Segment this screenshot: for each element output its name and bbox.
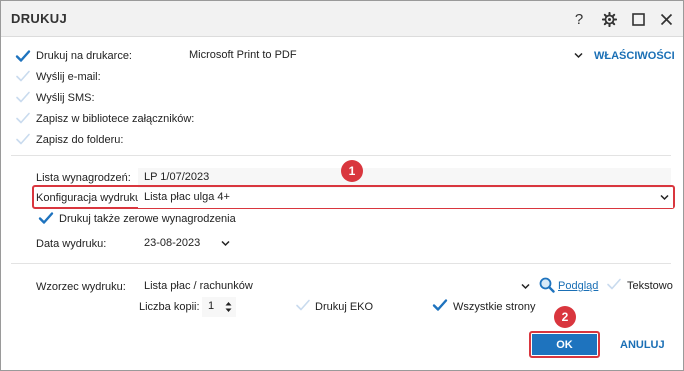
eko-checkbox[interactable] [295, 297, 311, 313]
print-date-label: Data wydruku: [36, 238, 107, 250]
gear-icon [601, 11, 617, 27]
callout-badge-1: 1 [341, 160, 363, 182]
template-value: Lista płac / rachunków [144, 280, 253, 292]
copies-value: 1 [208, 300, 215, 312]
zero-salaries-checkbox[interactable] [38, 210, 54, 226]
config-select[interactable]: Lista płac ulga 4+ [138, 188, 673, 208]
template-label: Wzorzec wydruku: [36, 281, 126, 293]
chevron-down-icon [574, 52, 583, 59]
text-mode-checkbox[interactable] [606, 276, 622, 292]
all-pages-checkbox[interactable] [432, 297, 448, 313]
printer-select[interactable]: Microsoft Print to PDF [183, 46, 587, 66]
copies-label: Liczba kopii: [139, 301, 200, 313]
print-date-picker[interactable]: 23-08-2023 [138, 234, 234, 254]
zero-salaries-label: Drukuj także zerowe wynagrodzenia [59, 213, 236, 225]
maximize-button[interactable] [626, 7, 650, 31]
print-dialog: DRUKUJ ? Drukuj na drukarce: Microsoft P… [0, 0, 684, 371]
ok-button[interactable]: OK [532, 334, 597, 355]
save-folder-label: Zapisz do folderu: [36, 134, 124, 146]
eko-label: Drukuj EKO [315, 301, 374, 313]
payroll-label: Lista wynagrodzeń: [36, 172, 131, 184]
save-library-checkbox[interactable] [15, 110, 31, 126]
divider [11, 155, 671, 156]
help-icon: ? [574, 10, 584, 28]
config-label: Konfiguracja wydruku: [36, 192, 145, 204]
print-to-printer-checkbox[interactable] [15, 48, 31, 64]
close-icon [660, 13, 672, 25]
printer-properties-link[interactable]: WŁAŚCIWOŚCI [594, 50, 675, 62]
text-mode-label: Tekstowo [627, 280, 673, 292]
settings-button[interactable] [597, 7, 621, 31]
send-email-label: Wyślij e-mail: [36, 71, 101, 83]
callout-badge-2: 2 [554, 306, 576, 328]
preview-magnifier-icon[interactable] [539, 277, 555, 293]
dialog-title: DRUKUJ [11, 11, 67, 26]
divider [11, 263, 671, 264]
save-folder-checkbox[interactable] [15, 131, 31, 147]
chevron-down-icon [221, 240, 230, 247]
print-date-value: 23-08-2023 [144, 237, 201, 249]
send-email-checkbox[interactable] [15, 68, 31, 84]
cancel-button[interactable]: ANULUJ [620, 339, 665, 351]
chevron-down-icon [521, 283, 530, 290]
preview-link[interactable]: Podgląd [558, 280, 598, 292]
print-to-printer-label: Drukuj na drukarce: [36, 50, 132, 62]
template-select[interactable]: Lista płac / rachunków [138, 277, 534, 297]
title-bar: DRUKUJ ? [1, 1, 683, 37]
help-button[interactable]: ? [567, 7, 591, 31]
maximize-icon [631, 12, 645, 26]
send-sms-checkbox[interactable] [15, 89, 31, 105]
send-sms-label: Wyślij SMS: [36, 92, 95, 104]
printer-value: Microsoft Print to PDF [189, 49, 297, 61]
close-button[interactable] [654, 7, 678, 31]
config-value: Lista płac ulga 4+ [144, 191, 230, 203]
save-library-label: Zapisz w bibliotece załączników: [36, 113, 195, 125]
chevron-down-icon [660, 194, 669, 201]
all-pages-label: Wszystkie strony [453, 301, 536, 313]
copies-stepper[interactable]: 1 [202, 297, 236, 317]
stepper-arrows-icon[interactable] [225, 301, 232, 313]
